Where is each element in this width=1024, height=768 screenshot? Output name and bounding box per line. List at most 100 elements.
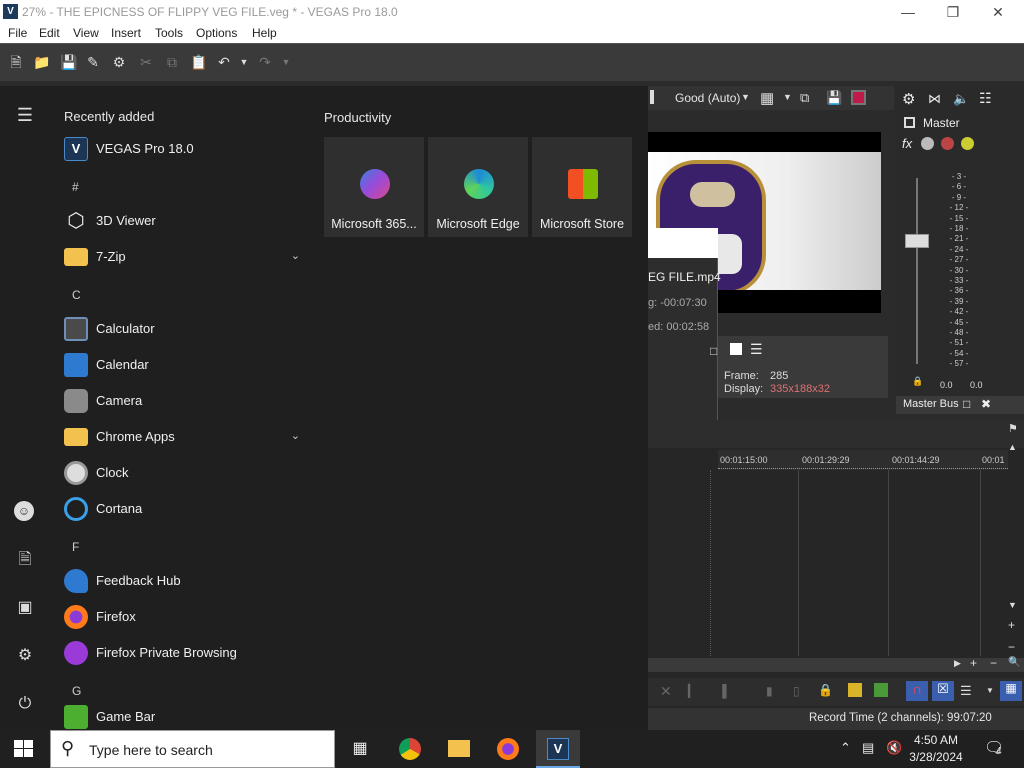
volume-muted-icon[interactable]: 🔇 bbox=[886, 740, 902, 756]
hamburger-menu-icon[interactable]: ☰ bbox=[14, 104, 36, 126]
lock-icon[interactable]: 🔒 bbox=[912, 376, 923, 387]
clock-time[interactable]: 4:50 AM bbox=[904, 733, 968, 747]
chrome-taskbar-icon[interactable] bbox=[388, 730, 432, 768]
letter-header-f[interactable]: F bbox=[72, 540, 79, 554]
ripple-edit-icon[interactable]: ☰ bbox=[960, 683, 972, 699]
close-master-bus-icon[interactable]: ✖ bbox=[981, 397, 991, 411]
grid-icon[interactable]: ▦ bbox=[760, 89, 774, 107]
undo-icon[interactable]: ↶ bbox=[216, 54, 232, 70]
lock-envelopes-icon[interactable]: ▦ bbox=[1000, 681, 1022, 701]
horizontal-scrollbar[interactable] bbox=[648, 658, 1024, 672]
app-game-bar[interactable]: Game Bar bbox=[60, 700, 310, 734]
mixer-icon[interactable]: ☷ bbox=[979, 90, 992, 107]
mute-icon[interactable]: 🔈 bbox=[953, 91, 969, 107]
fx-plugin-1-icon[interactable] bbox=[921, 137, 934, 150]
tile-microsoft-365[interactable]: Microsoft 365... bbox=[324, 137, 424, 237]
menu-file[interactable]: File bbox=[8, 26, 27, 40]
app-feedback-hub[interactable]: Feedback Hub bbox=[60, 564, 310, 598]
zoom-out-horizontal-icon[interactable]: − bbox=[990, 656, 997, 670]
show-hidden-icons-icon[interactable]: ⌃ bbox=[840, 740, 851, 756]
region-icon[interactable] bbox=[874, 683, 888, 697]
redo-dropdown-icon[interactable]: ▼ bbox=[278, 54, 294, 70]
open-folder-icon[interactable]: 📁 bbox=[33, 54, 50, 70]
app-clock[interactable]: Clock bbox=[60, 456, 310, 490]
menu-insert[interactable]: Insert bbox=[111, 26, 141, 40]
network-icon[interactable]: ▤ bbox=[862, 740, 874, 756]
app-chrome-apps-folder[interactable]: Chrome Apps ⌄ bbox=[60, 420, 310, 454]
close-button[interactable]: ✕ bbox=[976, 2, 1020, 22]
letter-header-hash[interactable]: # bbox=[72, 180, 79, 194]
fx-plugin-3-icon[interactable] bbox=[961, 137, 974, 150]
trim-end-icon[interactable]: ▐ bbox=[718, 684, 727, 698]
user-account-icon[interactable]: ☺ bbox=[14, 501, 36, 523]
delete-icon[interactable]: ✕ bbox=[660, 683, 672, 700]
clock-date[interactable]: 3/28/2024 bbox=[904, 750, 968, 764]
copy-snapshot-icon[interactable]: ⧉ bbox=[800, 90, 809, 106]
undo-dropdown-icon[interactable]: ▼ bbox=[236, 54, 252, 70]
fx-icon[interactable]: fx bbox=[902, 136, 912, 151]
timeline-ruler[interactable]: 00:01:15:00 00:01:29:29 00:01:44:29 00:0… bbox=[718, 450, 1008, 470]
grid-dropdown-icon[interactable]: ▼ bbox=[783, 92, 792, 102]
copy-icon[interactable]: ⧉ bbox=[164, 54, 180, 70]
preview-quality-select[interactable]: Good (Auto) bbox=[675, 91, 740, 105]
save-snapshot-icon[interactable]: 💾 bbox=[826, 90, 842, 106]
tile-microsoft-edge[interactable]: Microsoft Edge bbox=[428, 137, 528, 237]
app-camera[interactable]: Camera bbox=[60, 384, 310, 418]
event-lock-icon[interactable]: 🔒 bbox=[818, 683, 833, 697]
taskbar-search-box[interactable]: ⚲ Type here to search bbox=[50, 730, 335, 768]
app-7zip-folder[interactable]: 7-Zip ⌄ bbox=[60, 240, 310, 274]
cut-icon[interactable]: ✂ bbox=[138, 54, 154, 70]
new-file-icon[interactable]: 🗎 bbox=[8, 54, 24, 70]
master-bypass-icon[interactable]: ⋈ bbox=[928, 91, 941, 107]
redo-icon[interactable]: ↷ bbox=[257, 54, 273, 70]
zoom-in-vertical-icon[interactable]: + bbox=[1008, 618, 1015, 632]
marker-icon[interactable] bbox=[848, 683, 862, 697]
app-cortana[interactable]: Cortana bbox=[60, 492, 310, 526]
documents-icon[interactable]: 🗎 bbox=[14, 549, 36, 571]
scroll-up-icon[interactable]: ▲ bbox=[1008, 442, 1017, 452]
undock-icon[interactable]: □ bbox=[963, 397, 970, 411]
minimize-button[interactable]: — bbox=[886, 2, 930, 22]
app-3d-viewer[interactable]: ⬡ 3D Viewer bbox=[60, 204, 310, 238]
save-icon[interactable]: 💾 bbox=[60, 54, 77, 70]
record-icon[interactable] bbox=[851, 90, 866, 105]
split-view-icon[interactable]: □ bbox=[710, 344, 717, 358]
menu-options[interactable]: Options bbox=[196, 26, 237, 40]
settings-gear-icon[interactable]: ⚙ bbox=[111, 54, 127, 70]
scroll-right-icon[interactable]: ▶ bbox=[954, 658, 961, 669]
event-icon[interactable]: ▯ bbox=[793, 684, 800, 698]
app-calendar[interactable]: Calendar bbox=[60, 348, 310, 382]
menu-tools[interactable]: Tools bbox=[155, 26, 183, 40]
master-bus-label[interactable]: Master Bus bbox=[903, 398, 959, 410]
render-icon[interactable]: ✎ bbox=[85, 54, 101, 70]
menu-view[interactable]: View bbox=[73, 26, 99, 40]
app-calculator[interactable]: Calculator bbox=[60, 312, 310, 346]
letter-header-g[interactable]: G bbox=[72, 684, 81, 698]
app-firefox-private[interactable]: Firefox Private Browsing bbox=[60, 636, 310, 670]
windows-start-button[interactable] bbox=[14, 740, 34, 758]
scroll-down-icon[interactable]: ▼ bbox=[1008, 600, 1017, 610]
power-icon[interactable]: ⏻ bbox=[14, 693, 36, 715]
list-icon[interactable]: ☰ bbox=[750, 341, 763, 358]
ripple-dropdown-icon[interactable]: ▼ bbox=[986, 686, 994, 695]
master-settings-gear-icon[interactable]: ⚙ bbox=[902, 90, 915, 108]
paste-icon[interactable]: 📋 bbox=[190, 54, 207, 70]
zoom-out-vertical-icon[interactable]: − bbox=[1008, 640, 1015, 654]
fx-plugin-2-icon[interactable] bbox=[941, 137, 954, 150]
trim-start-icon[interactable]: ▎ bbox=[688, 684, 697, 698]
zoom-in-horizontal-icon[interactable]: + bbox=[970, 656, 977, 670]
zoom-tool-icon[interactable]: 🔍 bbox=[1008, 657, 1020, 668]
tile-microsoft-store[interactable]: Microsoft Store bbox=[532, 137, 632, 237]
white-square-icon[interactable] bbox=[730, 343, 742, 355]
app-firefox[interactable]: Firefox bbox=[60, 600, 310, 634]
file-explorer-taskbar-icon[interactable] bbox=[437, 730, 481, 768]
maximize-button[interactable]: ❐ bbox=[931, 2, 975, 22]
app-vegas-pro[interactable]: V VEGAS Pro 18.0 bbox=[60, 132, 310, 166]
firefox-taskbar-icon[interactable] bbox=[486, 730, 530, 768]
snapping-magnet-icon[interactable]: ∩ bbox=[906, 681, 928, 701]
master-fader-handle[interactable] bbox=[905, 234, 929, 248]
auto-crossfade-icon[interactable]: ☒ bbox=[932, 681, 954, 701]
letter-header-c[interactable]: C bbox=[72, 288, 81, 302]
quality-dropdown-icon[interactable]: ▼ bbox=[741, 92, 750, 102]
master-checkbox-icon[interactable] bbox=[904, 117, 915, 128]
